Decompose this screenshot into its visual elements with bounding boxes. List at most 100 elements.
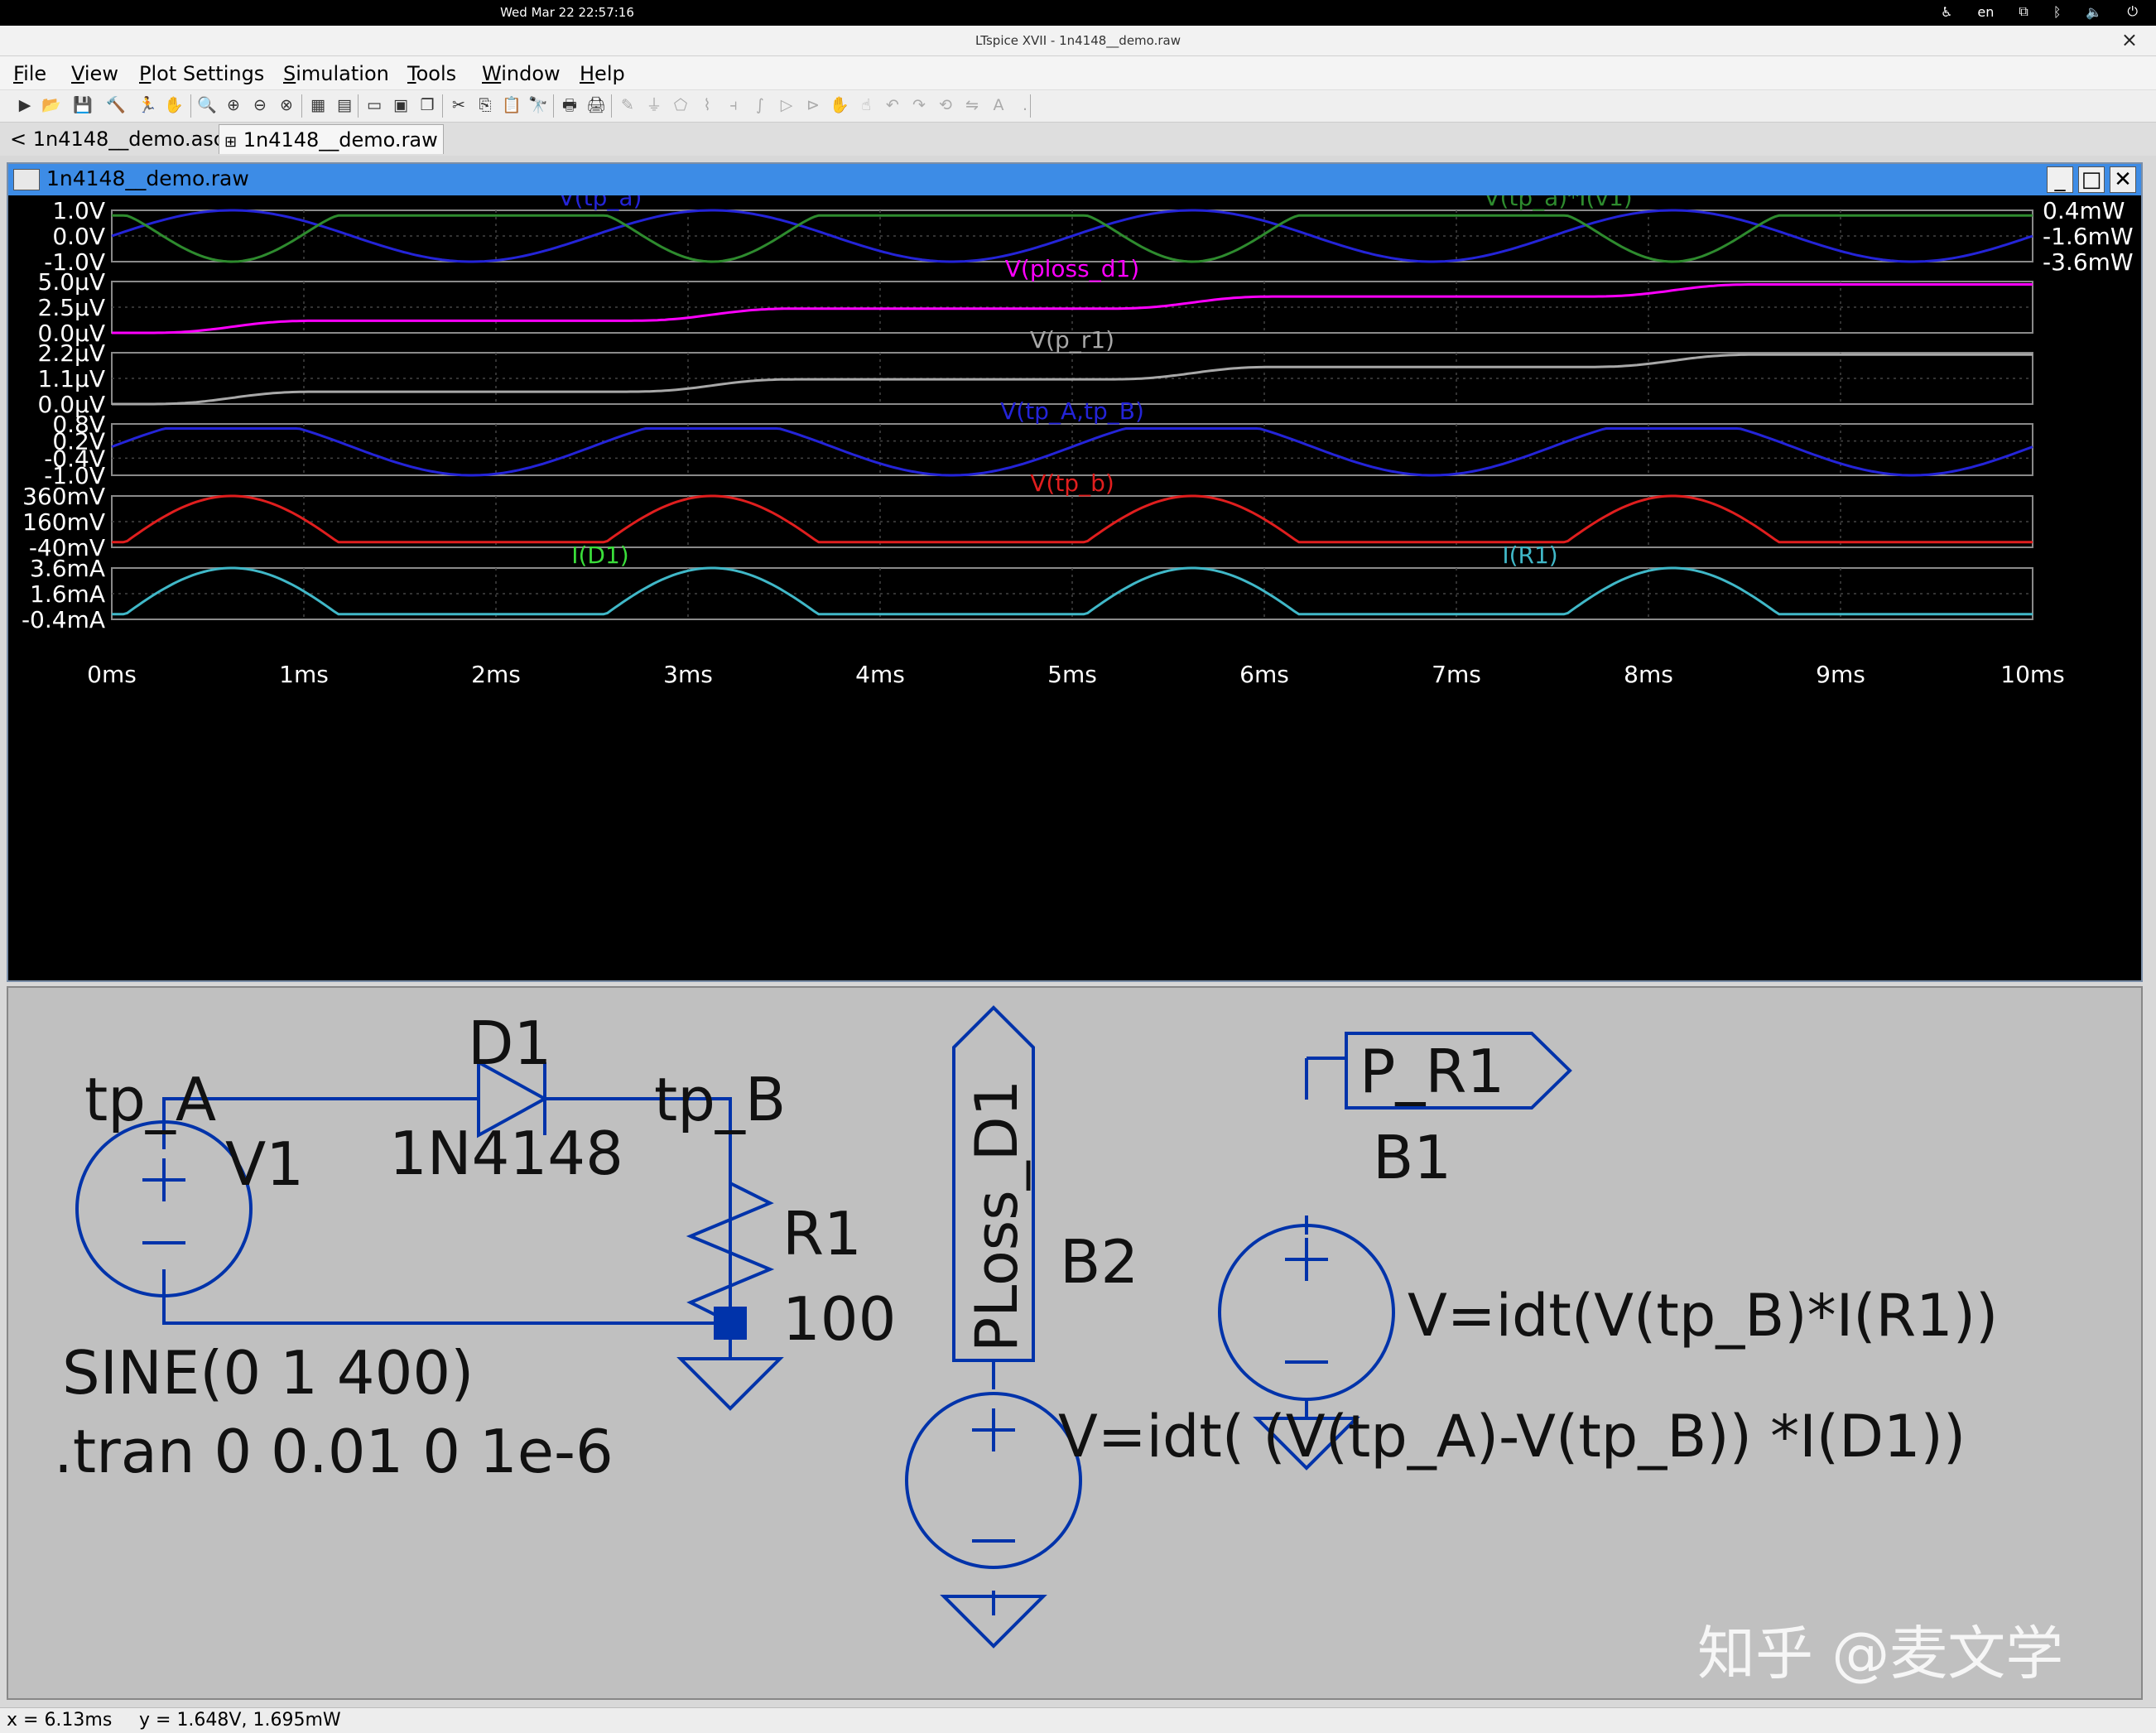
text-icon[interactable]: A xyxy=(989,95,1008,115)
find-icon[interactable]: 🔭 xyxy=(528,95,548,115)
minimize-button[interactable]: _ xyxy=(2047,166,2073,193)
mirror-icon[interactable]: ⇋ xyxy=(962,95,982,115)
tile-vertical-icon[interactable]: ▣ xyxy=(391,95,411,115)
ploss-d1-label: PLoss_D1 xyxy=(963,1080,1031,1352)
tab-bar: < 1n4148__demo.asc ⊞ 1n4148__demo.raw xyxy=(0,123,2156,156)
trace-label[interactable]: V(p_r1) xyxy=(1030,326,1114,354)
p-r1-label: P_R1 xyxy=(1360,1037,1504,1106)
new-schematic-icon[interactable]: ▶ xyxy=(15,95,35,115)
diode-icon[interactable]: ▷ xyxy=(777,95,796,115)
plot-pane-6[interactable]: 3.6mA1.6mA-0.4mA I(D1) I(R1) xyxy=(22,542,2033,633)
tile-horizontal-icon[interactable]: ▭ xyxy=(364,95,384,115)
status-bar: x = 6.13ms y = 1.648V, 1.695mW xyxy=(0,1707,2156,1733)
label-net-icon[interactable]: ⬠ xyxy=(671,95,691,115)
tab-schematic[interactable]: < 1n4148__demo.asc xyxy=(5,124,229,154)
x-axis: 0ms 1ms 2ms 3ms 4ms 5ms 6ms 7ms 8ms 9ms 10ms xyxy=(87,661,2065,688)
schematic-window[interactable]: tp_A D1 tp_B V1 1N4148 R1 100 SINE(0 1 4… xyxy=(7,986,2143,1700)
language-indicator[interactable]: en xyxy=(1977,4,1994,20)
component-icon[interactable]: ⊳ xyxy=(803,95,823,115)
ground-symbol xyxy=(676,1340,784,1411)
menu-help[interactable]: Help xyxy=(580,62,625,85)
inductor-icon[interactable]: ∫ xyxy=(750,95,770,115)
close-button[interactable]: ✕ xyxy=(2110,166,2136,193)
tran-directive[interactable]: .tran 0 0.01 0 1e-6 xyxy=(54,1417,614,1486)
wire-ground xyxy=(162,1269,727,1325)
copy-icon[interactable]: ⎘ xyxy=(475,95,495,115)
menu-file[interactable]: File xyxy=(13,62,46,85)
undo-icon[interactable]: ↶ xyxy=(883,95,902,115)
v1-name-label: V1 xyxy=(225,1129,304,1199)
zoom-in-icon[interactable]: ⊕ xyxy=(224,95,243,115)
trace-label[interactable]: V(tp_a)*I(v1) xyxy=(1484,195,1632,211)
print-icon[interactable]: 🖶 xyxy=(560,95,580,115)
bluetooth-icon[interactable]: ᛒ xyxy=(2053,4,2062,20)
autorange-icon[interactable]: ▦ xyxy=(308,95,328,115)
volume-icon[interactable]: 🔈 xyxy=(2086,4,2102,20)
x-tick-label: 6ms xyxy=(1239,661,1289,688)
menu-window[interactable]: Window xyxy=(482,62,561,85)
d1-model-label: 1N4148 xyxy=(389,1119,623,1188)
spice-directive-icon[interactable]: . xyxy=(1015,95,1035,115)
trace-label[interactable]: V(tp_a) xyxy=(559,195,642,211)
network-icon[interactable]: ⧉ xyxy=(2019,3,2028,20)
x-tick-label: 2ms xyxy=(471,661,521,688)
menu-plot-settings[interactable]: Plot Settings xyxy=(139,62,264,85)
window-title: LTspice XVII - 1n4148__demo.raw xyxy=(975,33,1181,48)
menu-view[interactable]: View xyxy=(71,62,118,85)
y2-tick-label: -1.6mW xyxy=(2043,223,2134,250)
cursor-y-readout: y = 1.648V, 1.695mW xyxy=(139,1710,341,1731)
b1-name-label: B1 xyxy=(1373,1123,1451,1192)
waveform-window-icon xyxy=(13,169,40,190)
redo-icon[interactable]: ↷ xyxy=(909,95,929,115)
trace-label[interactable]: V(ploss_d1) xyxy=(1005,255,1139,282)
trace-label[interactable]: I(D1) xyxy=(571,542,628,569)
tab-waveform[interactable]: ⊞ 1n4148__demo.raw xyxy=(219,124,444,154)
rotate-icon[interactable]: ⟲ xyxy=(936,95,955,115)
schematic-canvas[interactable]: tp_A D1 tp_B V1 1N4148 R1 100 SINE(0 1 4… xyxy=(8,988,2141,1698)
waveform-window: 1n4148__demo.raw _ □ ✕ 1.0V 0.0V -1.0V 0.4m… xyxy=(7,162,2143,982)
window-close-button[interactable]: × xyxy=(2121,28,2138,51)
window-titlebar: LTspice XVII - 1n4148__demo.raw × xyxy=(0,26,2156,56)
zoom-fit-icon[interactable]: ⊗ xyxy=(277,95,296,115)
halt-icon[interactable]: ✋ xyxy=(164,95,184,115)
zoom-out-icon[interactable]: ⊖ xyxy=(250,95,270,115)
cut-icon[interactable]: ✂ xyxy=(449,95,469,115)
maximize-button[interactable]: □ xyxy=(2078,166,2105,193)
y-tick-label: 360mV xyxy=(22,483,105,510)
resistor-icon[interactable]: ⌇ xyxy=(697,95,717,115)
trace-label[interactable]: I(R1) xyxy=(1502,542,1557,569)
y-tick-label: 2.2µV xyxy=(38,339,106,367)
capacitor-icon[interactable]: ⫞ xyxy=(724,95,744,115)
b1-expression: V=idt(V(tp_B)*I(R1)) xyxy=(1408,1282,1998,1350)
menu-simulation[interactable]: Simulation xyxy=(283,62,389,85)
ground-icon[interactable]: ⏚ xyxy=(644,95,664,115)
y-tick-label: 0.0V xyxy=(52,223,105,250)
y-tick-label: 1.1µV xyxy=(38,365,106,392)
trace-label[interactable]: V(tp_b) xyxy=(1030,469,1114,497)
plot-pane-5[interactable]: 360mV160mV-40mVV(tp_b) xyxy=(22,469,2033,561)
move-icon[interactable]: ✋ xyxy=(830,95,849,115)
open-icon[interactable]: 📂 xyxy=(41,95,61,115)
watermark: 知乎 @麦文学 xyxy=(1697,1620,2063,1687)
wire-icon[interactable]: ✎ xyxy=(618,95,638,115)
r1-value-label: 100 xyxy=(782,1284,896,1354)
y-tick-label: 1.0V xyxy=(52,197,105,224)
waveform-chart[interactable]: 1.0V0.0V-1.0V0.4mW-1.6mW-3.6mWV(tp_a) V(t… xyxy=(8,195,2141,980)
drag-icon[interactable]: ☝ xyxy=(856,95,876,115)
paste-icon[interactable]: 📋 xyxy=(502,95,522,115)
accessibility-icon[interactable]: ♿ xyxy=(1941,4,1952,20)
run-icon[interactable]: 🏃 xyxy=(137,95,157,115)
cascade-icon[interactable]: ❐ xyxy=(417,95,437,115)
power-icon[interactable]: ⏻ xyxy=(2127,3,2138,20)
print-preview-icon[interactable]: 🖨 xyxy=(586,95,606,115)
control-panel-icon[interactable]: 🔨 xyxy=(106,95,126,115)
menu-tools[interactable]: Tools xyxy=(407,62,456,85)
x-tick-label: 5ms xyxy=(1047,661,1097,688)
v1-value-label: SINE(0 1 400) xyxy=(62,1338,474,1408)
zoom-area-icon[interactable]: 🔍 xyxy=(197,95,217,115)
save-icon[interactable]: 💾 xyxy=(73,95,93,115)
trace-label[interactable]: V(tp_A,tp_B) xyxy=(1000,397,1144,425)
x-tick-label: 9ms xyxy=(1816,661,1865,688)
grid-icon[interactable]: ▤ xyxy=(334,95,354,115)
waveform-window-title: 1n4148__demo.raw xyxy=(46,166,249,190)
